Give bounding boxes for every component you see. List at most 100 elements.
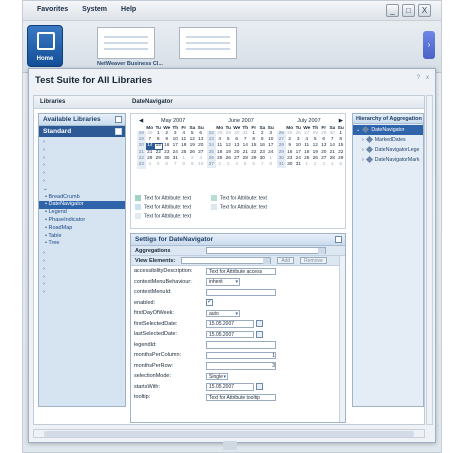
library-item[interactable]: • DateNavigator <box>39 201 125 210</box>
close-icon[interactable]: x <box>426 75 429 81</box>
library-item[interactable]: • BreadCrumb <box>39 194 125 202</box>
active-thumbnail[interactable] <box>179 27 237 59</box>
tree-expander[interactable]: › <box>39 289 125 297</box>
help-icon[interactable]: ? <box>417 75 420 81</box>
week-number[interactable]: 23 <box>137 162 146 169</box>
calendar-day[interactable]: 5 <box>154 162 163 168</box>
tree-expander[interactable]: › <box>39 170 125 178</box>
property-input[interactable]: Text for Attribute access <box>206 267 276 275</box>
calendar-day[interactable]: 1 <box>303 162 312 168</box>
aggregations-dropdown[interactable] <box>206 247 327 254</box>
property-input[interactable] <box>206 341 276 349</box>
menu-favorites[interactable]: Favorites <box>37 6 68 13</box>
calendar-day[interactable]: 5 <box>241 162 250 168</box>
remove-button[interactable]: Remove <box>300 257 327 264</box>
calendar-day[interactable]: 4 <box>328 162 337 168</box>
week-number[interactable]: 20 <box>137 143 146 150</box>
add-button[interactable]: Add <box>277 257 295 264</box>
tree-expander[interactable]: › <box>39 281 125 289</box>
property-input[interactable]: 15.05.2007 <box>206 330 254 338</box>
property-select[interactable]: auto <box>206 309 240 317</box>
tree-expander[interactable]: › <box>39 147 125 155</box>
calendar-day[interactable]: 6 <box>250 162 259 168</box>
property-select[interactable]: Single <box>206 372 228 380</box>
calendar-day[interactable]: 5 <box>337 162 346 168</box>
calendar-day[interactable]: 6 <box>163 162 172 168</box>
calendar-picker-icon[interactable] <box>256 383 263 391</box>
property-input[interactable]: 15.05.2007 <box>206 320 254 328</box>
window-horizontal-scrollbar[interactable] <box>33 429 425 438</box>
hierarchy-item[interactable]: › DateNavigatorLege <box>353 145 423 155</box>
calendar-day[interactable]: 8 <box>267 162 276 168</box>
property-input[interactable]: 1 <box>206 351 276 359</box>
library-item[interactable]: • PhaseIndicator <box>39 217 125 225</box>
library-item[interactable]: • Tree <box>39 240 125 248</box>
property-input[interactable]: Text for Attribute tooltip <box>206 393 276 401</box>
calendar-day[interactable]: 30 <box>286 162 295 168</box>
view-elements-dropdown[interactable] <box>181 257 272 264</box>
calendar-day[interactable]: 4 <box>233 162 242 168</box>
calendar-day[interactable]: 2 <box>216 162 225 168</box>
tree-expander[interactable]: › <box>39 139 125 147</box>
app-thumbnail[interactable] <box>97 27 155 59</box>
tree-expander[interactable]: › <box>39 178 125 186</box>
property-input[interactable]: 3 <box>206 362 276 370</box>
library-item[interactable]: • Legend <box>39 209 125 217</box>
library-item[interactable]: • RoadMap <box>39 225 125 233</box>
close-button[interactable]: X <box>418 4 431 17</box>
tree-expander[interactable]: › <box>39 274 125 282</box>
calendar-day[interactable]: 14 <box>145 143 154 150</box>
calendar-day[interactable]: 3 <box>224 162 233 168</box>
tree-expander[interactable]: › <box>39 155 125 163</box>
calendar-day[interactable]: 16 <box>163 143 172 150</box>
maximize-button[interactable]: □ <box>402 4 415 17</box>
window-vertical-scrollbar[interactable] <box>426 95 433 425</box>
property-input[interactable]: 15.05.2007 <box>206 383 254 391</box>
library-item[interactable]: • Table <box>39 233 125 241</box>
hierarchy-item[interactable]: › DateNavigatorMark <box>353 155 423 165</box>
calendar-day[interactable]: 10 <box>197 162 206 168</box>
library-standard[interactable]: Standard <box>39 126 125 137</box>
calendar-day[interactable]: 31 <box>294 162 303 168</box>
enabled-checkbox[interactable]: ✓ <box>206 299 213 307</box>
calendar-day[interactable]: 2 <box>311 162 320 168</box>
week-number[interactable]: 31 <box>277 162 286 169</box>
tree-expander[interactable]: › <box>39 250 125 258</box>
prev-month-icon[interactable]: ◀ <box>139 118 143 124</box>
property-input[interactable] <box>206 288 276 296</box>
calendar-day[interactable]: 20 <box>197 143 206 150</box>
tree-expander[interactable]: › <box>39 162 125 170</box>
property-select[interactable]: inherit <box>206 278 240 286</box>
calendar-day[interactable]: 19 <box>188 143 197 150</box>
calendar-day[interactable]: 4 <box>146 162 155 168</box>
calendar-day[interactable]: 15 <box>154 143 163 150</box>
calendar-day[interactable]: 17 <box>171 143 180 150</box>
calendar-day[interactable]: 18 <box>180 143 189 150</box>
calendar-day[interactable]: 7 <box>171 162 180 168</box>
hierarchy-item[interactable]: › MarkedDates <box>353 135 423 145</box>
tree-expander-open[interactable]: ⌄ <box>39 186 125 194</box>
collapse-icon[interactable] <box>335 236 342 243</box>
calendar-picker-icon[interactable] <box>256 320 263 328</box>
legend-item: Text for Attribute: text <box>135 195 191 202</box>
settings-scrollbar[interactable] <box>339 256 345 422</box>
collapse-icon[interactable] <box>115 128 122 135</box>
calendar-day[interactable]: 3 <box>320 162 329 168</box>
calendar-picker-icon[interactable] <box>256 330 263 338</box>
calendar-day[interactable]: 7 <box>258 162 267 168</box>
tree-expander[interactable]: › <box>39 266 125 274</box>
menu-help[interactable]: Help <box>121 6 136 13</box>
hierarchy-item[interactable]: ⌄ DateNavigator <box>353 125 423 135</box>
calendar-day[interactable]: 9 <box>188 162 197 168</box>
scroll-thumb[interactable] <box>44 431 414 437</box>
next-month-icon[interactable]: ▶ <box>339 118 343 124</box>
tree-expander[interactable]: › <box>39 258 125 266</box>
menu-system[interactable]: System <box>82 6 107 13</box>
collapse-icon[interactable] <box>115 116 122 123</box>
minimize-button[interactable]: _ <box>386 4 399 17</box>
week-number[interactable]: 27 <box>207 162 216 169</box>
calendar-day[interactable]: 8 <box>180 162 189 168</box>
scroll-right-icon[interactable]: › <box>423 31 435 59</box>
footer-handle-icon[interactable] <box>223 441 237 450</box>
home-tile[interactable]: Home <box>27 25 63 67</box>
